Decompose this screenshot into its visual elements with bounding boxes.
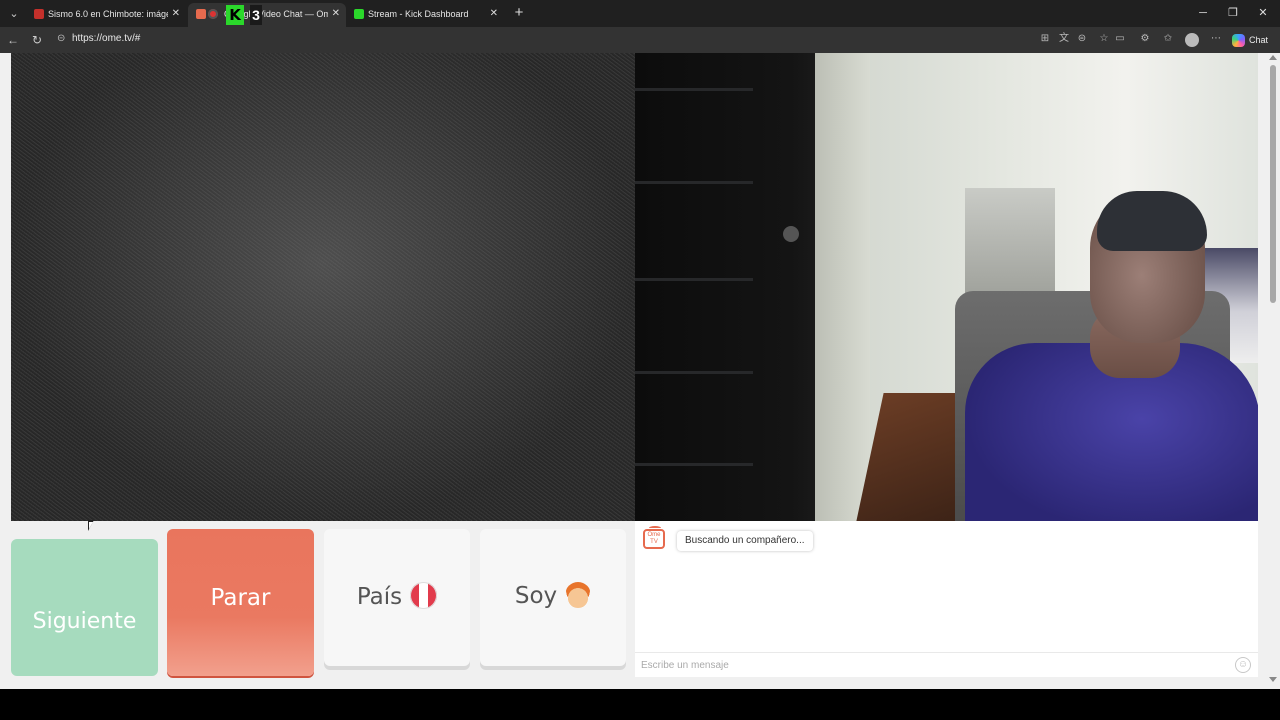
kick-logo-overlay: K <box>226 5 244 25</box>
close-window-icon[interactable]: ✕ <box>1248 4 1278 22</box>
scroll-down-arrow-icon[interactable] <box>1269 677 1277 682</box>
stop-label: Parar <box>210 585 271 611</box>
ometv-icon <box>196 9 206 19</box>
recording-icon <box>208 9 218 19</box>
country-button[interactable]: País <box>324 529 470 666</box>
emoji-icon[interactable]: ☺ <box>1235 657 1251 673</box>
close-tab-icon[interactable]: ✕ <box>490 3 498 25</box>
boy-emoji-icon <box>565 582 592 608</box>
media-icon[interactable]: ▭ <box>1112 31 1128 47</box>
door <box>635 53 830 521</box>
back-icon[interactable]: ← <box>4 31 22 49</box>
reading-mode-icon[interactable]: ⊜ <box>1074 31 1090 47</box>
self-camera-video <box>635 53 1258 521</box>
url-text[interactable]: https://ome.tv/# <box>72 33 140 44</box>
door-slat <box>635 278 753 281</box>
chat-label: Chat <box>1249 35 1269 45</box>
mouse-cursor-fill <box>89 522 93 529</box>
status-message: Buscando un compañero... <box>677 531 813 551</box>
peru-flag-icon <box>410 582 438 609</box>
door-slat <box>635 181 753 184</box>
tab-list-chevron-icon[interactable]: ⌄ <box>4 4 24 24</box>
gender-label: Soy <box>514 583 558 609</box>
copilot-chat-button[interactable]: Chat <box>1232 31 1268 49</box>
favorite-star-icon[interactable]: ☆ <box>1096 31 1112 47</box>
chat-panel: Ome TV Buscando un compañero... ☺ <box>635 521 1258 677</box>
partner-video-static <box>11 53 635 521</box>
logo-text: Ome TV <box>647 532 661 545</box>
person-hair <box>1097 191 1207 251</box>
door-slat <box>635 371 753 374</box>
extensions-icon[interactable]: ⚙ <box>1137 31 1153 47</box>
browser-nav-bar: ← ↻ ⊝ https://ome.tv/# ⊞ 文 ⊜ ☆ ▭ ⚙ ✩ ⋯ C… <box>0 27 1280 53</box>
tab-sismo[interactable]: Sismo 6.0 en Chimbote: imágenes ✕ <box>26 3 186 27</box>
tab-ometv[interactable]: Omegle Video Chat — Omegle ✕ <box>188 3 346 27</box>
profile-avatar[interactable] <box>1185 33 1199 47</box>
door-slat <box>635 463 753 466</box>
message-input[interactable] <box>641 656 1221 674</box>
tab-title: Sismo 6.0 en Chimbote: imágenes <box>48 9 168 19</box>
restore-icon[interactable]: ❐ <box>1218 4 1248 22</box>
translate-icon[interactable]: 文 <box>1056 31 1072 47</box>
tab-title: Stream - Kick Dashboard <box>368 9 469 19</box>
tab-kick-dashboard[interactable]: Stream - Kick Dashboard ✕ <box>346 3 504 27</box>
youtube-icon <box>34 9 44 19</box>
next-label: Siguiente <box>32 609 137 634</box>
more-menu-icon[interactable]: ⋯ <box>1208 31 1224 47</box>
new-tab-button[interactable]: + <box>510 3 528 23</box>
kick-icon <box>354 9 364 19</box>
page-scrollbar[interactable] <box>1266 53 1280 689</box>
favorites-icon[interactable]: ✩ <box>1160 31 1176 47</box>
close-tab-icon[interactable]: ✕ <box>332 3 340 25</box>
browser-tab-bar: ⌄ Sismo 6.0 en Chimbote: imágenes ✕ Omeg… <box>0 0 1280 27</box>
ometv-page: Siguiente Parar País Soy Ome TV Buscando… <box>0 53 1280 689</box>
message-bar: ☺ <box>635 652 1258 677</box>
site-info-icon[interactable]: ⊝ <box>57 33 68 45</box>
overlay-badge: 3 <box>250 5 262 25</box>
scroll-thumb[interactable] <box>1270 65 1276 303</box>
next-button[interactable]: Siguiente <box>11 539 158 676</box>
shelf-with-clothes <box>965 188 1055 303</box>
door-frame <box>815 53 870 521</box>
reload-icon[interactable]: ↻ <box>28 31 46 49</box>
ometv-logo-icon: Ome TV <box>643 526 665 549</box>
stop-button[interactable]: Parar <box>167 529 314 676</box>
door-knob <box>783 226 799 242</box>
minimize-icon[interactable]: ─ <box>1188 4 1218 22</box>
close-tab-icon[interactable]: ✕ <box>172 3 180 25</box>
bottom-black-bar <box>0 689 1280 720</box>
gender-button[interactable]: Soy <box>480 529 626 666</box>
door-slat <box>635 88 753 91</box>
scroll-up-arrow-icon[interactable] <box>1269 55 1277 60</box>
copilot-icon <box>1232 34 1245 48</box>
app-available-icon[interactable]: ⊞ <box>1037 31 1053 47</box>
country-label: País <box>356 584 403 610</box>
